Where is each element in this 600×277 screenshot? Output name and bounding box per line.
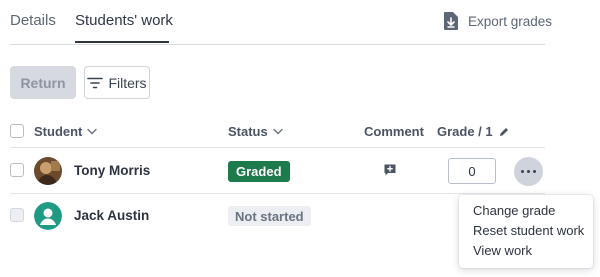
comment-column-header: Comment — [364, 124, 424, 139]
return-button[interactable]: Return — [10, 66, 76, 99]
menu-item-reset-student-work[interactable]: Reset student work — [473, 223, 584, 238]
chevron-down-icon — [273, 128, 283, 135]
avatar — [34, 157, 62, 185]
student-header-label: Student — [34, 124, 83, 139]
tab-students-work[interactable]: Students' work — [75, 12, 173, 29]
pencil-icon[interactable] — [498, 126, 510, 138]
filter-icon — [87, 77, 104, 88]
download-file-icon — [444, 12, 458, 30]
row-actions-menu: Change grade Reset student work View wor… — [459, 195, 593, 268]
status-header-label: Status — [228, 124, 268, 139]
filters-label: Filters — [108, 74, 147, 91]
row-divider — [10, 193, 545, 194]
comment-add-icon[interactable] — [383, 163, 397, 177]
dot — [533, 170, 536, 173]
active-tab-indicator — [75, 41, 169, 43]
chevron-down-icon — [87, 128, 98, 135]
export-grades-button[interactable]: Export grades — [442, 11, 552, 31]
avatar — [34, 202, 62, 230]
student-column-header[interactable]: Student — [34, 124, 98, 139]
status-column-header[interactable]: Status — [228, 124, 283, 139]
tabs-divider — [10, 44, 545, 45]
header-divider — [10, 147, 545, 148]
student-name[interactable]: Tony Morris — [74, 163, 150, 178]
dot — [527, 170, 530, 173]
more-options-button[interactable] — [514, 157, 543, 186]
tab-details[interactable]: Details — [10, 12, 56, 29]
status-badge: Not started — [228, 206, 311, 226]
student-name[interactable]: Jack Austin — [74, 208, 149, 223]
grade-header-label: Grade / 1 — [437, 124, 493, 139]
dot — [521, 170, 524, 173]
grade-column-header: Grade / 1 — [437, 124, 510, 139]
row-checkbox[interactable] — [10, 208, 24, 222]
filters-button[interactable]: Filters — [84, 66, 150, 99]
grade-input[interactable] — [448, 158, 496, 184]
menu-item-change-grade[interactable]: Change grade — [473, 203, 555, 218]
select-all-checkbox[interactable] — [10, 124, 24, 138]
row-checkbox[interactable] — [10, 163, 24, 177]
status-badge: Graded — [228, 161, 290, 182]
export-grades-label: Export grades — [468, 13, 553, 29]
menu-item-view-work[interactable]: View work — [473, 243, 532, 258]
comment-header-label: Comment — [364, 124, 424, 139]
